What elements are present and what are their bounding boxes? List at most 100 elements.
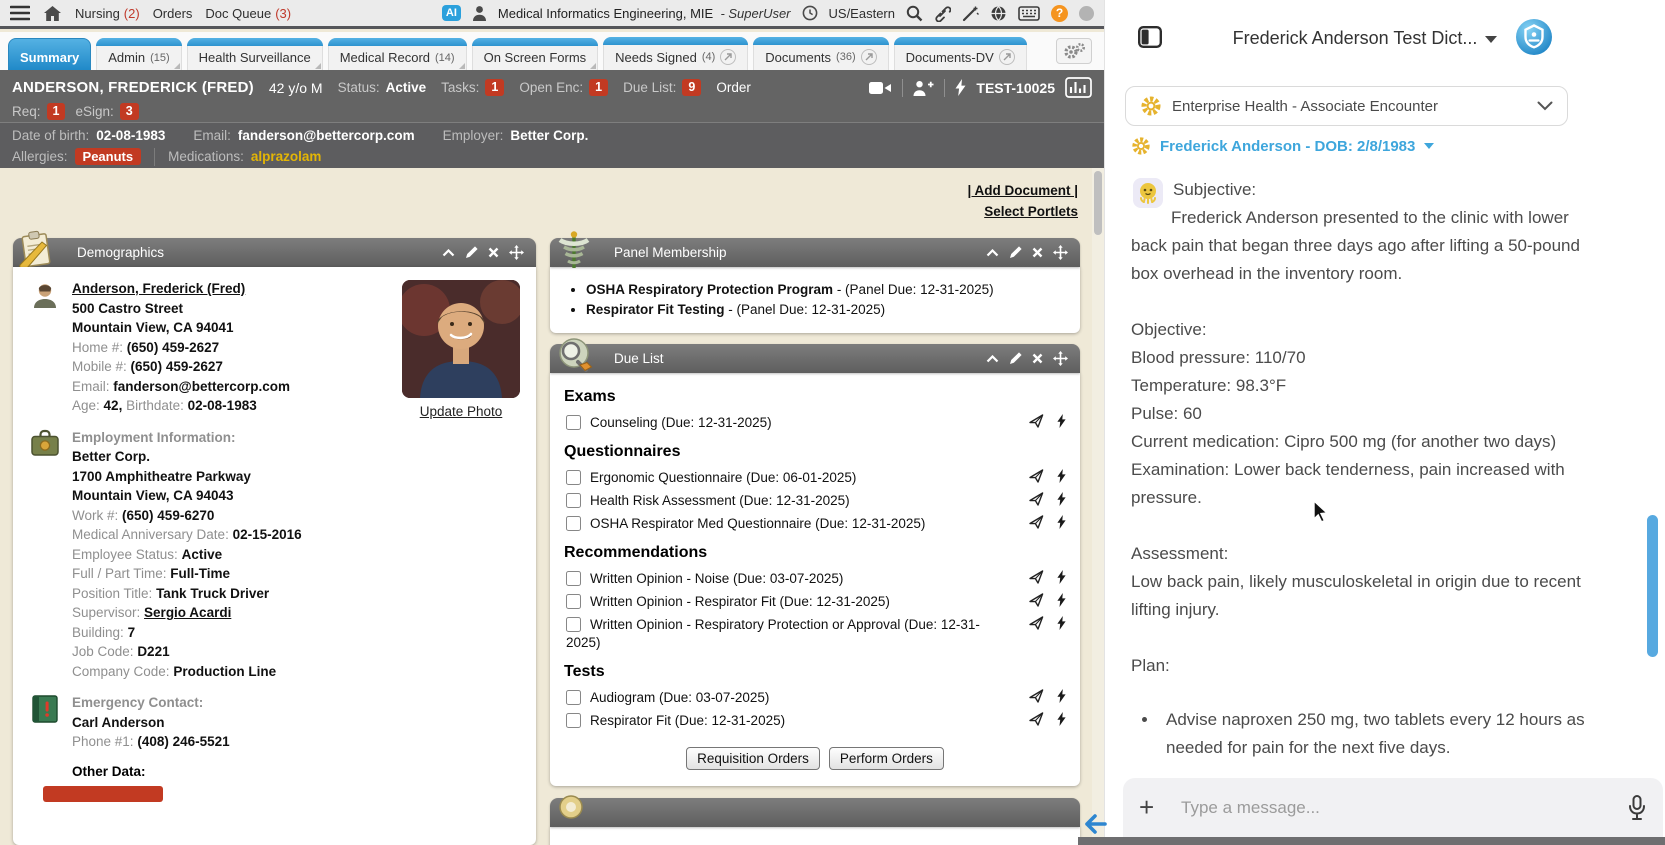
external-link-icon[interactable] — [720, 49, 737, 65]
portlet-header-partial[interactable] — [550, 795, 1080, 827]
close-icon[interactable] — [1032, 353, 1043, 364]
bolt-icon[interactable] — [1057, 469, 1066, 488]
wand-icon[interactable] — [962, 5, 979, 22]
due-item-checkbox[interactable] — [566, 469, 581, 485]
keyboard-icon[interactable] — [1018, 5, 1040, 21]
collapse-icon[interactable] — [442, 248, 455, 257]
panel-toggle-icon[interactable] — [1138, 26, 1163, 53]
due-item-checkbox[interactable] — [566, 414, 581, 430]
bolt-icon[interactable] — [1057, 689, 1066, 708]
open-enc-badge[interactable]: 1 — [589, 79, 609, 96]
panel-name: OSHA Respiratory Protection Program — [586, 282, 834, 297]
close-icon[interactable] — [488, 247, 499, 258]
search-icon[interactable] — [906, 5, 923, 22]
globe-icon[interactable] — [990, 5, 1007, 22]
message-input[interactable] — [1179, 796, 1627, 819]
demographics-header[interactable]: Demographics — [13, 230, 536, 270]
tab-summary[interactable]: Summary — [8, 38, 92, 70]
add-document-link[interactable]: | Add Document | — [967, 183, 1078, 198]
bolt-icon[interactable] — [1057, 570, 1066, 589]
bolt-icon[interactable] — [1057, 492, 1066, 511]
send-icon[interactable] — [1029, 570, 1044, 589]
collapse-icon[interactable] — [986, 248, 999, 257]
tasks-badge[interactable]: 1 — [485, 79, 505, 96]
tab-documents-dv[interactable]: Documents-DV — [893, 37, 1027, 70]
medication-value[interactable]: alprazolam — [251, 149, 322, 164]
tab-admin[interactable]: Admin (15) — [96, 38, 183, 70]
video-camera-icon[interactable] — [869, 81, 892, 95]
send-icon[interactable] — [1029, 712, 1044, 731]
encounter-selector[interactable]: Enterprise Health - Associate Encounter — [1125, 86, 1568, 126]
due-item-checkbox[interactable] — [566, 616, 581, 632]
edit-icon[interactable] — [1009, 246, 1022, 259]
tab-on-screen-forms[interactable]: On Screen Forms — [471, 38, 599, 70]
send-icon[interactable] — [1029, 515, 1044, 534]
left-scrollbar-thumb[interactable] — [1094, 171, 1102, 235]
tab-needs-signed[interactable]: Needs Signed (4) — [603, 37, 749, 70]
patient-context-selector[interactable]: Frederick Anderson - DOB: 2/8/1983 — [1131, 136, 1435, 156]
bolt-icon[interactable] — [1057, 414, 1066, 433]
supervisor-link[interactable]: Sergio Acardi — [144, 605, 231, 620]
send-icon[interactable] — [1029, 593, 1044, 612]
due-item-checkbox[interactable] — [566, 689, 581, 705]
send-icon[interactable] — [1029, 492, 1044, 511]
edit-icon[interactable] — [1009, 352, 1022, 365]
chart-stats-icon[interactable] — [1065, 77, 1092, 98]
due-item-checkbox[interactable] — [566, 570, 581, 586]
allergy-badge[interactable]: Peanuts — [74, 148, 142, 165]
menu-icon[interactable] — [10, 5, 30, 21]
collapse-icon[interactable] — [986, 354, 999, 363]
assistant-logo-icon[interactable] — [1515, 18, 1553, 61]
link-icon[interactable] — [934, 5, 951, 22]
due-item-checkbox[interactable] — [566, 712, 581, 728]
send-icon[interactable] — [1029, 689, 1044, 708]
tab-health-surveillance[interactable]: Health Surveillance — [186, 38, 323, 70]
home-icon[interactable] — [43, 5, 62, 22]
collapse-panel-arrow[interactable] — [1082, 810, 1110, 838]
move-icon[interactable] — [1053, 245, 1068, 260]
bolt-icon[interactable] — [955, 79, 966, 96]
timezone-label[interactable]: US/Eastern — [829, 6, 895, 21]
send-icon[interactable] — [1029, 414, 1044, 433]
send-icon[interactable] — [1029, 469, 1044, 488]
select-portlets-link[interactable]: Select Portlets — [984, 204, 1078, 219]
send-icon[interactable] — [1029, 616, 1044, 635]
due-list-header[interactable]: Due List — [550, 338, 1080, 373]
tab-settings-gear-icon[interactable] — [1056, 38, 1092, 64]
bolt-icon[interactable] — [1057, 712, 1066, 731]
tab-documents[interactable]: Documents (36) — [753, 37, 889, 70]
bolt-icon[interactable] — [1057, 515, 1066, 534]
attach-plus-icon[interactable]: + — [1139, 792, 1179, 823]
bolt-icon[interactable] — [1057, 616, 1066, 635]
due-item-checkbox[interactable] — [566, 515, 581, 531]
ai-badge[interactable]: AI — [441, 5, 461, 21]
esign-badge[interactable]: 3 — [119, 102, 139, 120]
due-item-checkbox[interactable] — [566, 492, 581, 508]
order-link[interactable]: Order — [716, 80, 751, 95]
external-link-icon[interactable] — [998, 49, 1015, 65]
help-icon[interactable]: ? — [1051, 4, 1068, 22]
nav-doc-queue[interactable]: Doc Queue (3) — [205, 6, 291, 21]
move-icon[interactable] — [1053, 351, 1068, 366]
add-person-icon[interactable] — [913, 80, 934, 96]
due-item-checkbox[interactable] — [566, 593, 581, 609]
move-icon[interactable] — [509, 245, 524, 260]
conversation-title[interactable]: Frederick Anderson Test Dict... — [1195, 28, 1535, 49]
left-scrollbar[interactable] — [1092, 168, 1104, 845]
perform-orders-button[interactable]: Perform Orders — [828, 747, 944, 770]
nav-orders[interactable]: Orders — [153, 6, 193, 21]
panel-membership-header[interactable]: Panel Membership — [550, 231, 1080, 268]
close-icon[interactable] — [1032, 247, 1043, 258]
tab-medical-record[interactable]: Medical Record (14) — [327, 38, 467, 70]
bolt-icon[interactable] — [1057, 593, 1066, 612]
microphone-icon[interactable] — [1627, 794, 1647, 821]
req-badge[interactable]: 1 — [46, 102, 66, 120]
patient-name-link[interactable]: Anderson, Frederick (Fred) — [72, 279, 382, 299]
nav-nursing[interactable]: Nursing (2) — [75, 6, 140, 21]
external-link-icon[interactable] — [860, 49, 877, 65]
patient-open-enc: Open Enc: 1 — [519, 79, 609, 96]
due-list-badge[interactable]: 9 — [682, 79, 702, 96]
assistant-scrollbar-thumb[interactable] — [1647, 515, 1658, 657]
requisition-orders-button[interactable]: Requisition Orders — [686, 747, 820, 770]
edit-icon[interactable] — [465, 246, 478, 259]
